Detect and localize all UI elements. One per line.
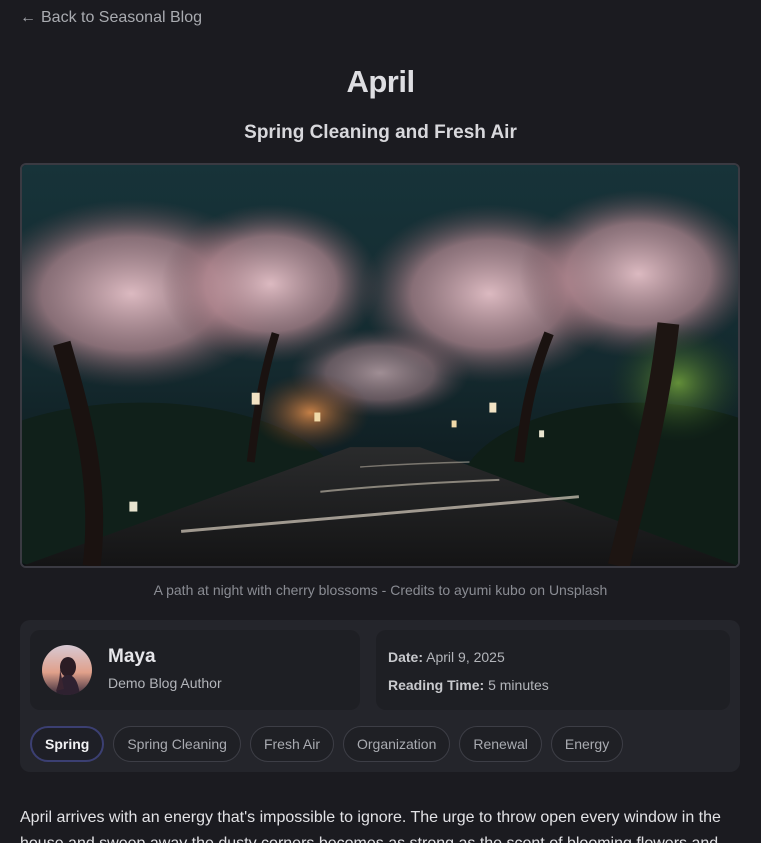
tag-spring[interactable]: Spring	[30, 726, 105, 762]
tag-fresh-air[interactable]: Fresh Air	[249, 726, 334, 762]
date-label: Date:	[388, 649, 424, 665]
tag-energy[interactable]: Energy	[550, 726, 624, 762]
tag-spring-cleaning[interactable]: Spring Cleaning	[113, 726, 241, 762]
image-caption: A path at night with cherry blossoms - C…	[153, 582, 608, 598]
back-link-label: Back to Seasonal Blog	[41, 9, 202, 26]
post-body-paragraph: April arrives with an energy that's impo…	[20, 809, 721, 843]
tag-organization[interactable]: Organization	[342, 726, 451, 762]
hero-image	[20, 163, 740, 568]
author-card: Maya Demo Blog Author	[30, 630, 360, 710]
arrow-left-icon: ←	[20, 9, 36, 26]
tag-list: Spring Spring Cleaning Fresh Air Organiz…	[30, 726, 624, 762]
author-name: Maya	[108, 646, 156, 667]
page-title: April	[346, 64, 415, 99]
reading-time: Reading Time: 5 minutes	[388, 677, 549, 693]
date-value: April 9, 2025	[426, 649, 505, 665]
tag-renewal[interactable]: Renewal	[459, 726, 542, 762]
page-subtitle: Spring Cleaning and Fresh Air	[244, 122, 517, 143]
post-meta-panel: Maya Demo Blog Author Date: April 9, 202…	[20, 620, 740, 772]
back-to-blog-link[interactable]: ← Back to Seasonal Blog	[20, 9, 202, 27]
reading-time-label: Reading Time:	[388, 677, 485, 693]
cherry-blossom-path-photo	[22, 165, 738, 566]
post-date: Date: April 9, 2025	[388, 649, 505, 665]
reading-time-value: 5 minutes	[488, 677, 549, 693]
author-role: Demo Blog Author	[108, 675, 222, 691]
author-avatar	[42, 645, 92, 695]
post-info-card: Date: April 9, 2025 Reading Time: 5 minu…	[376, 630, 730, 710]
